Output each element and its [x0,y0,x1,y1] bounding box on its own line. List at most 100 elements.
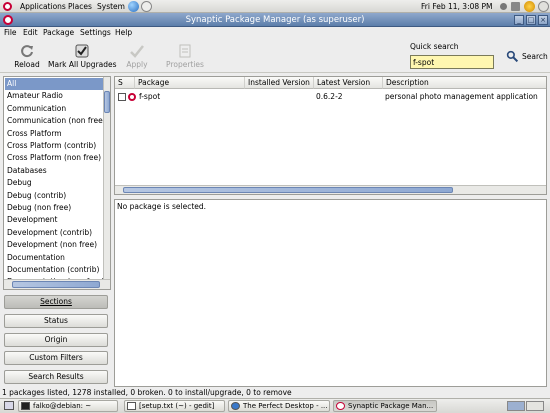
system-menu[interactable]: System [97,0,125,13]
apply-label: Apply [126,60,148,69]
quick-search-label: Quick search [410,42,459,51]
category-item[interactable]: Cross Platform (contrib) [5,140,103,152]
properties-icon [179,44,191,58]
category-item[interactable]: Development [5,214,103,226]
task-label: falko@debian: ~ [33,402,92,410]
package-list[interactable]: S Package Installed Version Latest Versi… [114,76,547,195]
category-item[interactable]: Documentation (contrib) [5,264,103,276]
package-horizontal-scrollbar[interactable] [115,185,546,194]
supported-package-icon [128,93,136,101]
package-description: personal photo management application [385,92,538,101]
menu-help[interactable]: Help [115,27,132,39]
task-label: [setup.txt (~) - gedit] [139,402,215,410]
reload-button[interactable]: Reload [10,41,44,71]
search-button[interactable]: Search [502,49,548,65]
menu-package[interactable]: Package [43,27,74,39]
text-editor-icon [127,402,136,410]
window-title-bar[interactable]: Synaptic Package Manager (as superuser) … [0,13,550,27]
properties-button[interactable]: Properties [163,41,207,71]
mark-all-upgrades-button[interactable]: Mark All Upgrades [48,41,117,71]
sections-label: Sections [40,297,72,306]
origin-label: Origin [44,335,68,344]
taskbar-gedit[interactable]: [setup.txt (~) - gedit] [124,400,225,412]
custom-filters-label: Custom Filters [29,353,83,362]
search-icon [506,50,519,63]
places-menu[interactable]: Places [68,0,92,13]
properties-label: Properties [166,60,204,69]
menu-settings[interactable]: Settings [80,27,111,39]
menu-bar: File Edit Package Settings Help [0,27,550,39]
taskbar-terminal[interactable]: falko@debian: ~ [18,400,118,412]
package-name: f-spot [139,92,161,101]
email-icon[interactable] [141,1,152,12]
task-label: The Perfect Desktop - ... [243,402,328,410]
debian-logo-icon[interactable] [3,2,12,11]
reload-label: Reload [14,60,40,69]
description-text: No package is selected. [117,202,207,211]
window-title: Synaptic Package Manager (as superuser) [185,15,365,25]
reload-icon [21,45,33,58]
category-item[interactable]: Communication [5,103,103,115]
menu-file[interactable]: File [4,27,17,39]
category-item[interactable]: All [5,78,103,91]
show-desktop-icon[interactable] [4,401,14,410]
quick-search-input[interactable] [410,55,494,69]
category-item[interactable]: Debug [5,177,103,189]
browser-icon [231,402,240,410]
synaptic-task-icon [336,402,345,410]
search-button-label: Search [522,52,548,61]
category-horizontal-scrollbar[interactable] [4,279,110,289]
taskbar: falko@debian: ~ [setup.txt (~) - gedit] … [0,398,550,413]
latest-version: 0.6.2-2 [316,92,343,101]
category-list[interactable]: All Amateur Radio Communication Communicati… [3,76,111,290]
status-button[interactable]: Status [4,314,108,328]
search-results-button[interactable]: Search Results [4,370,108,384]
package-hscroll-thumb[interactable] [123,187,453,193]
task-label: Synaptic Package Man... [348,402,434,410]
category-item[interactable]: Amateur Radio [5,90,103,102]
shutdown-icon[interactable] [538,1,549,12]
status-bar: 1 packages listed, 1278 installed, 0 bro… [2,388,292,397]
terminal-icon [21,402,30,410]
category-item[interactable]: Debug (contrib) [5,190,103,202]
mark-all-upgrades-label: Mark All Upgrades [48,60,117,69]
category-item[interactable]: Debug (non free) [5,202,103,214]
close-button[interactable]: × [538,15,548,25]
speaker-icon[interactable] [500,3,507,10]
category-item[interactable]: Communication (non free) [5,115,103,127]
package-description-panel: No package is selected. [114,199,547,387]
workspace-switcher-2[interactable] [526,401,544,411]
web-browser-icon[interactable] [128,1,139,12]
category-item[interactable]: Development (non free) [5,239,103,251]
minimize-button[interactable]: _ [514,15,524,25]
apply-button[interactable]: Apply [122,41,152,71]
column-header-installed-version[interactable]: Installed Version [245,77,314,89]
category-item[interactable]: Documentation [5,252,103,264]
category-item[interactable]: Cross Platform [5,128,103,140]
column-header-description[interactable]: Description [383,77,546,89]
taskbar-synaptic[interactable]: Synaptic Package Man... [333,400,437,412]
network-icon[interactable] [511,2,520,11]
package-checkbox[interactable] [118,93,126,101]
category-item[interactable]: Development (contrib) [5,227,103,239]
category-item[interactable]: Cross Platform (non free) [5,152,103,164]
custom-filters-button[interactable]: Custom Filters [4,351,108,365]
column-header-package[interactable]: Package [135,77,245,89]
category-vertical-scrollbar[interactable] [103,77,110,279]
status-label: Status [44,316,68,325]
origin-button[interactable]: Origin [4,333,108,347]
workspace-switcher[interactable] [507,401,525,411]
taskbar-browser[interactable]: The Perfect Desktop - ... [228,400,330,412]
search-results-label: Search Results [28,372,84,381]
category-hscroll-thumb[interactable] [12,281,100,288]
clock[interactable]: Fri Feb 11, 3:08 PM [421,0,493,13]
applications-menu[interactable]: Applications [20,0,66,13]
column-header-latest-version[interactable]: Latest Version [314,77,383,89]
category-item[interactable]: Databases [5,165,103,177]
column-header-status[interactable]: S [115,77,135,89]
category-scroll-thumb[interactable] [104,91,110,113]
menu-edit[interactable]: Edit [23,27,38,39]
maximize-button[interactable]: □ [526,15,536,25]
update-notifier-icon[interactable] [524,1,535,12]
sections-button[interactable]: Sections [4,295,108,309]
